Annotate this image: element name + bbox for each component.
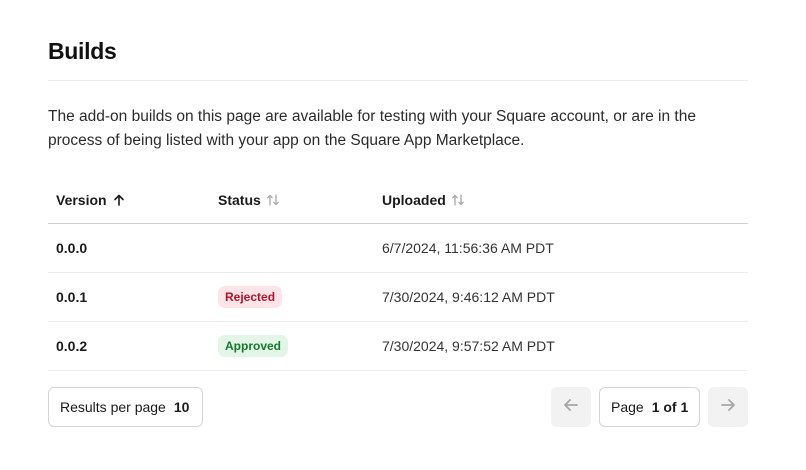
results-per-page-select[interactable]: Results per page 10: [48, 387, 203, 427]
arrow-right-icon: [718, 395, 738, 420]
arrow-left-icon: [561, 395, 581, 420]
previous-page-button[interactable]: [551, 387, 591, 427]
status-badge-rejected: Rejected: [218, 286, 283, 308]
page-indicator: Page 1 of 1: [599, 387, 700, 427]
page-value: 1 of 1: [651, 399, 689, 415]
uploaded-cell: 7/30/2024, 9:46:12 AM PDT: [382, 289, 555, 305]
version-cell: 0.0.1: [56, 289, 88, 305]
status-cell: Approved: [218, 335, 289, 357]
version-cell: 0.0.0: [56, 240, 88, 256]
column-header-status[interactable]: Status: [218, 192, 280, 208]
column-header-label: Status: [218, 191, 261, 208]
next-page-button[interactable]: [708, 387, 748, 427]
results-per-page-value: 10: [173, 399, 190, 415]
status-cell: Rejected: [218, 286, 283, 308]
table-row[interactable]: 0.0.0 6/7/2024, 11:56:36 AM PDT: [48, 224, 748, 273]
arrow-up-icon: [112, 193, 126, 207]
table-header: Version Status Uploaded: [48, 176, 748, 224]
sort-icon: [451, 193, 465, 207]
column-header-label: Uploaded: [382, 191, 446, 208]
page-description: The add-on builds on this page are avail…: [48, 108, 696, 149]
sort-icon: [266, 193, 280, 207]
uploaded-cell: 7/30/2024, 9:57:52 AM PDT: [382, 338, 555, 354]
version-cell: 0.0.2: [56, 338, 88, 354]
title-divider: [48, 80, 748, 81]
uploaded-cell: 6/7/2024, 11:56:36 AM PDT: [382, 240, 554, 256]
results-per-page-label: Results per page: [60, 399, 166, 415]
column-header-version[interactable]: Version: [56, 192, 126, 208]
column-header-uploaded[interactable]: Uploaded: [382, 192, 465, 208]
page-title: Builds: [48, 38, 117, 64]
builds-table: Version Status Uploaded 0.0.0 6/7/2024, …: [48, 176, 748, 371]
status-badge-approved: Approved: [218, 335, 289, 357]
column-header-label: Version: [56, 191, 107, 208]
table-row[interactable]: 0.0.1 Rejected 7/30/2024, 9:46:12 AM PDT: [48, 273, 748, 322]
table-row[interactable]: 0.0.2 Approved 7/30/2024, 9:57:52 AM PDT: [48, 322, 748, 371]
page-label: Page: [611, 399, 644, 415]
